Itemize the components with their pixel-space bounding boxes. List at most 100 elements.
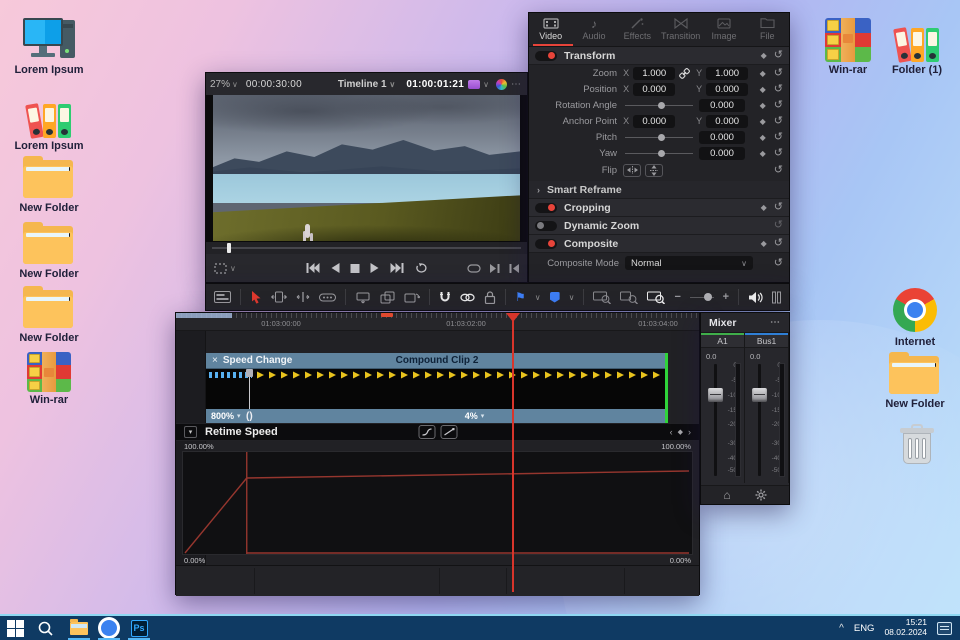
tab-image[interactable]: Image [702,13,745,46]
dynamic-zoom-toggle[interactable] [535,220,557,231]
playhead-marker[interactable] [506,313,520,322]
speed-change-clip[interactable]: × Speed Change Compound Clip 2 800% ▾ ()… [206,353,668,423]
fader-track[interactable] [714,364,717,476]
zoom-x-input[interactable]: 1.000 [633,66,676,80]
clip-body[interactable] [206,369,668,409]
cropping-section-header[interactable]: Cropping ◆ ↺ [529,199,789,217]
transform-section-header[interactable]: Transform ◆ ↺ [529,47,789,65]
clip-out-edge[interactable] [665,353,668,423]
keyframe-icon[interactable]: ◆ [760,85,766,94]
speed-change-header[interactable]: × Speed Change Compound Clip 2 [206,353,668,369]
selection-mode-icon[interactable] [250,290,262,304]
reset-icon[interactable]: ↺ [774,83,783,95]
zoom-y-input[interactable]: 1.000 [706,66,749,80]
skip-end-button[interactable] [390,263,403,273]
reset-icon[interactable]: ↺ [774,220,783,231]
desktop-icon-folder-3[interactable]: New Folder [12,286,86,345]
reset-icon[interactable]: ↺ [774,131,783,143]
next-frame-icon[interactable] [490,263,500,273]
audio-monitor-icon[interactable] [748,291,763,304]
marker-chevron-icon[interactable]: ∨ [569,293,575,302]
desktop-icon-folder-2[interactable]: New Folder [12,222,86,281]
zoom-out-button[interactable]: − [674,291,680,303]
tray-expand-button[interactable]: ^ [839,623,844,634]
play-button[interactable] [370,263,379,273]
reset-icon[interactable]: ↺ [774,202,783,213]
dynamic-trim-mode-icon[interactable] [296,291,310,303]
fader-track[interactable] [758,364,761,476]
tab-video[interactable]: Video [529,13,572,46]
taskbar-search-button[interactable] [30,616,60,640]
next-keyframe-icon[interactable]: › [688,427,691,437]
rotation-angle-slider[interactable] [623,99,695,112]
stop-button[interactable] [350,263,359,273]
desktop-icon-computer[interactable]: Lorem Ipsum [12,18,86,77]
keyframe-icon[interactable]: ◆ [760,117,766,126]
safe-area-icon[interactable] [214,262,227,274]
link-clips-icon[interactable] [460,292,475,303]
keyframe-icon[interactable]: ◆ [760,133,766,142]
chevron-down-icon[interactable]: ∨ [480,80,492,89]
desktop-icon-winrar-left[interactable]: Win-rar [12,352,86,407]
keyframe-icon[interactable]: ◆ [760,149,766,158]
prev-frame-icon[interactable] [509,263,519,273]
yaw-input[interactable]: 0.000 [699,146,745,160]
desktop-icon-folder-1-binders[interactable]: Folder (1) [880,22,954,77]
timeline-view-options-icon[interactable] [214,291,231,303]
transform-toggle[interactable] [535,50,557,61]
taskbar-explorer-button[interactable] [64,616,94,640]
taskbar-photoshop-button[interactable]: Ps [124,616,154,640]
reset-icon[interactable]: ↺ [774,257,783,269]
ease-curve-button[interactable] [418,425,435,439]
trim-edit-mode-icon[interactable] [271,291,287,303]
chevron-down-icon[interactable]: ▾ [481,412,485,420]
fader-handle[interactable] [708,388,723,402]
curve-type-dropdown[interactable]: ▾ [184,426,197,438]
composite-toggle[interactable] [535,238,557,249]
zoom-detail-icon[interactable] [620,291,639,304]
tab-effects[interactable]: Effects [616,13,659,46]
meters-toggle-icon[interactable] [772,291,781,304]
dynamic-zoom-section-header[interactable]: Dynamic Zoom ↺ [529,217,789,235]
keyframe-icon[interactable]: ◆ [761,51,767,60]
fader-handle[interactable] [752,388,767,402]
loop-range-icon[interactable] [467,263,481,273]
position-lock-icon[interactable] [484,290,496,304]
marker-icon[interactable] [549,291,560,303]
notification-center-icon[interactable] [937,621,952,635]
desktop-icon-recycle-bin[interactable] [880,424,954,466]
desktop-icon-internet[interactable]: Internet [878,288,952,349]
keyframe-icon[interactable]: ◆ [760,69,766,78]
desktop-icon-winrar-right[interactable]: Win-rar [811,18,885,77]
zoom-full-extent-icon[interactable] [593,291,612,304]
reset-icon[interactable]: ↺ [774,99,783,111]
composite-section-header[interactable]: Composite ◆ ↺ [529,235,789,253]
viewer-video-area[interactable] [206,95,527,242]
flip-vertical-button[interactable] [645,163,663,177]
reset-icon[interactable]: ↺ [774,115,783,127]
speed-right-value[interactable]: 4% [465,411,478,421]
reset-icon[interactable]: ↺ [774,67,783,79]
speed-point-divider[interactable] [246,369,253,409]
tab-file[interactable]: File [746,13,789,46]
zoom-custom-icon[interactable] [647,291,666,304]
anchor-x-input[interactable]: 0.000 [633,114,676,128]
anchor-y-input[interactable]: 0.000 [706,114,749,128]
home-icon[interactable]: ⌂ [723,488,730,502]
playhead[interactable] [512,316,514,592]
yaw-slider[interactable] [623,147,695,160]
prev-keyframe-icon[interactable]: ‹ [670,427,673,437]
chevron-down-icon[interactable]: ∨ [230,264,236,273]
pitch-slider[interactable] [623,131,695,144]
desktop-icon-folder-1[interactable]: New Folder [12,156,86,215]
smart-reframe-section[interactable]: › Smart Reframe [529,181,789,199]
timeline-zoom-slider[interactable] [689,291,714,303]
zoom-in-button[interactable]: + [723,291,729,303]
keyframe-icon[interactable]: ◆ [761,203,767,212]
loop-button[interactable] [414,262,427,274]
rotation-angle-input[interactable]: 0.000 [699,98,745,112]
scrub-handle[interactable] [226,243,231,253]
taskbar-clock[interactable]: 15:21 08.02.2024 [884,617,927,638]
keyframe-icon[interactable]: ◆ [760,101,766,110]
viewer-options-menu[interactable]: ⋯ [511,79,527,90]
